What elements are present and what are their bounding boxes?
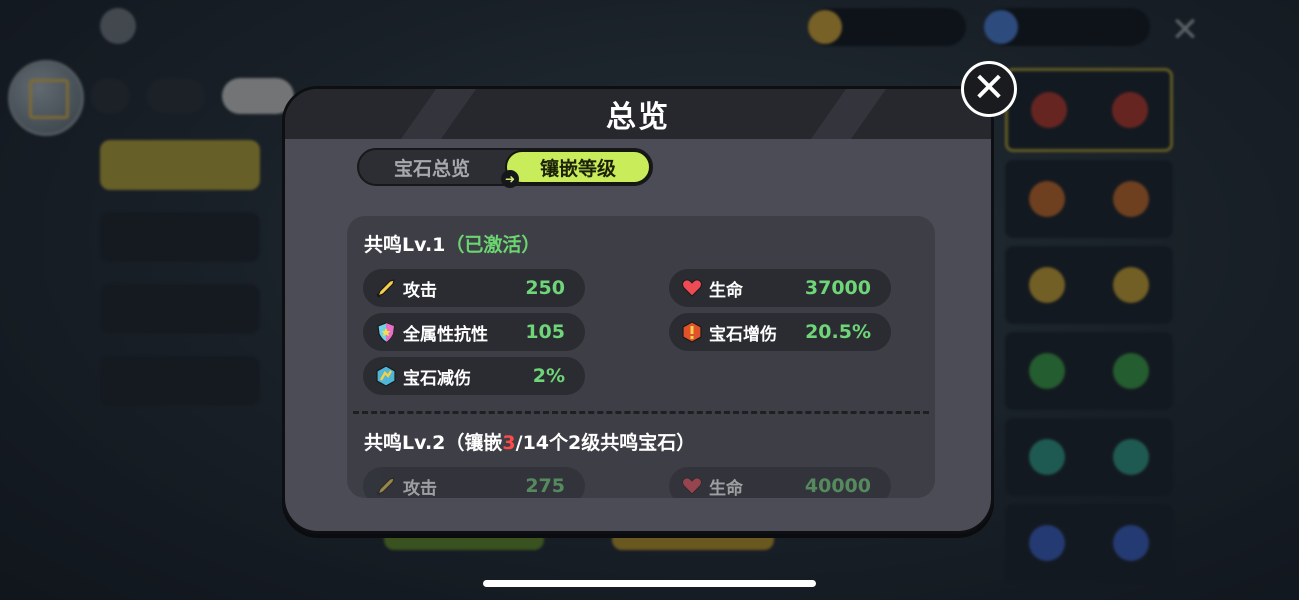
stat-attack: 攻击 275: [363, 467, 585, 498]
stat-gem-damage-boost: 宝石增伤 20.5%: [669, 313, 891, 351]
stat-value: 250: [525, 277, 565, 299]
tab-gem-overview[interactable]: 宝石总览: [359, 150, 505, 184]
stat-value: 105: [525, 321, 565, 343]
resonance-level-list[interactable]: 共鸣Lv.1（已激活） 攻击 250 全属性抗性 105 宝石减伤 2% 生命 …: [347, 216, 935, 498]
stat-attack: 攻击 250: [363, 269, 585, 307]
level-requirement: /14个2级共鸣宝石）: [515, 432, 696, 454]
stat-value: 275: [525, 475, 565, 497]
inlaid-count: 3: [502, 432, 516, 454]
close-icon: ✕: [972, 65, 1006, 111]
header-stripe-decor: [796, 89, 894, 139]
arrow-cursor-icon: ➜: [501, 170, 519, 188]
stat-gem-damage-reduction: 宝石减伤 2%: [363, 357, 585, 395]
stat-value: 20.5%: [805, 321, 871, 343]
sword-icon: [375, 277, 397, 299]
home-indicator[interactable]: [483, 580, 816, 587]
stat-health: 生命 37000: [669, 269, 891, 307]
level-title: 共鸣Lv.1（已激活）: [364, 230, 540, 257]
overview-modal: 总览 宝石总览 镶嵌等级 ➜ 共鸣Lv.1（已激活） 攻击 250 全属性抗性 …: [282, 86, 994, 534]
all-resistance-shield-icon: [375, 321, 397, 343]
gem-damage-boost-icon: [681, 321, 703, 343]
close-modal-button[interactable]: ✕: [961, 61, 1017, 117]
stat-health: 生命 40000: [669, 467, 891, 498]
modal-title: 总览: [606, 100, 670, 135]
heart-icon: [681, 277, 703, 299]
tab-bar: 宝石总览 镶嵌等级 ➜: [357, 148, 653, 188]
header-stripe-decor: [386, 89, 484, 139]
level-name: 共鸣Lv.2（镶嵌: [364, 432, 503, 454]
stat-all-resistance: 全属性抗性 105: [363, 313, 585, 351]
sword-icon: [375, 475, 397, 497]
heart-icon: [681, 475, 703, 497]
gem-damage-reduction-icon: [375, 365, 397, 387]
section-divider: [353, 411, 929, 414]
level-name: 共鸣Lv.1: [364, 234, 446, 256]
activated-status: （已激活）: [445, 234, 541, 256]
stat-value: 40000: [804, 475, 871, 497]
tab-inlay-level[interactable]: 镶嵌等级: [505, 150, 651, 184]
modal-header: 总览: [285, 89, 991, 139]
stat-value: 37000: [804, 277, 871, 299]
level-title: 共鸣Lv.2（镶嵌3/14个2级共鸣宝石）: [364, 428, 695, 455]
stat-value: 2%: [532, 365, 565, 387]
